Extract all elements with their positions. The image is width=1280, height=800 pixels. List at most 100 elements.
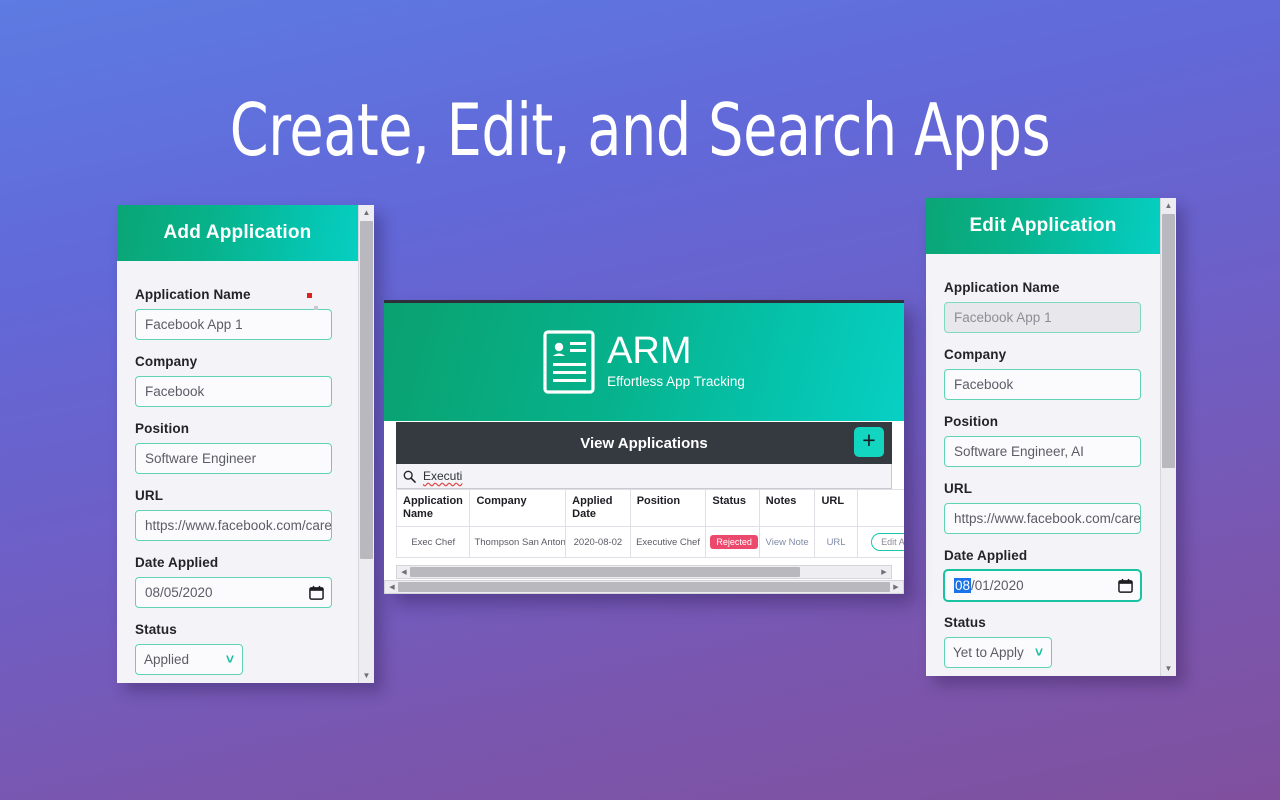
add-panel-body: Application Name Facebook App 1 Company … [117, 261, 358, 675]
arm-wordmark: ARM Effortless App Tracking [607, 332, 745, 392]
add-panel-content: Add Application Application Name Faceboo… [117, 205, 358, 683]
applications-table: Application Name Company Applied Date Po… [395, 489, 904, 558]
scroll-left-icon[interactable]: ◀ [386, 581, 398, 593]
add-application-button[interactable]: + [854, 427, 884, 457]
cell-actions: Edit A [856, 526, 904, 558]
scroll-down-icon[interactable]: ▼ [1161, 661, 1176, 676]
input-position[interactable]: Software Engineer [135, 443, 332, 474]
date-applied-value: 08/05/2020 [145, 585, 213, 600]
col-actions [856, 489, 904, 527]
arm-app-window: ARM Effortless App Tracking View Applica… [384, 300, 904, 594]
edit-input-url[interactable]: https://www.facebook.com/caree [944, 503, 1141, 534]
add-panel-scrollbar[interactable]: ▲ ▼ [358, 205, 374, 683]
scroll-left-icon[interactable]: ◀ [398, 566, 410, 578]
search-input[interactable]: Executi [423, 469, 462, 483]
label-url: URL [135, 488, 164, 503]
select-status[interactable]: Applied ˅ [135, 644, 243, 675]
arm-brand-tagline: Effortless App Tracking [607, 374, 745, 389]
arm-hero-banner: ARM Effortless App Tracking [384, 303, 904, 421]
scrollbar-thumb[interactable] [1162, 214, 1175, 468]
url-link[interactable]: URL [827, 537, 846, 548]
col-status[interactable]: Status [705, 489, 760, 527]
scroll-right-icon[interactable]: ▶ [890, 581, 902, 593]
arm-brand-name: ARM [607, 330, 692, 372]
input-date-applied[interactable]: 08/05/2020 [135, 577, 332, 608]
edit-application-panel: Edit Application Application Name Facebo… [926, 198, 1176, 676]
cell-application-name: Exec Chef [395, 526, 471, 558]
select-status-value: Applied [144, 652, 190, 667]
add-application-panel: Add Application Application Name Faceboo… [117, 205, 374, 683]
label-date-applied: Date Applied [135, 555, 219, 570]
view-note-link[interactable]: View Note [766, 537, 809, 548]
edit-panel-title: Edit Application [969, 215, 1117, 236]
field-position: Position Software Engineer [135, 421, 340, 474]
edit-field-url: URL https://www.facebook.com/caree [944, 481, 1142, 534]
cell-company: Thompson San Antonio [469, 526, 567, 558]
view-applications-header: View Applications + [396, 422, 892, 464]
edit-input-company[interactable]: Facebook [944, 369, 1141, 400]
scroll-up-icon[interactable]: ▲ [1161, 198, 1176, 213]
scrollbar-thumb[interactable] [398, 582, 890, 592]
date-rest-segment[interactable]: /01/2020 [971, 578, 1024, 593]
gray-marker-dot [314, 306, 318, 310]
edit-label-status: Status [944, 615, 986, 630]
edit-field-application-name: Application Name Facebook App 1 [944, 280, 1142, 333]
red-marker-dot [307, 293, 312, 298]
edit-select-status[interactable]: Yet to Apply ˅ [944, 637, 1052, 668]
screenshot-root: Create, Edit, and Search Apps Add Applic… [0, 0, 1280, 800]
chevron-down-icon: ˅ [225, 651, 234, 667]
field-status: Status Applied ˅ [135, 622, 340, 675]
view-applications-title: View Applications [580, 434, 708, 452]
table-body: Exec Chef Thompson San Antonio 2020-08-0… [395, 526, 904, 558]
page-title: Create, Edit, and Search Apps [229, 88, 1051, 172]
calendar-icon[interactable] [309, 585, 324, 600]
edit-application-row-button[interactable]: Edit A [871, 533, 904, 551]
edit-input-application-name: Facebook App 1 [944, 302, 1141, 333]
col-url[interactable]: URL [814, 489, 858, 527]
edit-panel-scrollbar[interactable]: ▲ ▼ [1160, 198, 1176, 676]
cell-status: Rejected [705, 526, 760, 558]
scroll-right-icon[interactable]: ▶ [878, 566, 890, 578]
status-badge: Rejected [710, 535, 758, 549]
edit-input-date-applied[interactable]: 08/01/2020 [944, 570, 1141, 601]
input-application-name[interactable]: Facebook App 1 [135, 309, 332, 340]
cell-notes: View Note [758, 526, 816, 558]
date-month-segment[interactable]: 08 [954, 578, 972, 593]
calendar-icon[interactable] [1118, 578, 1133, 593]
label-status: Status [135, 622, 177, 637]
label-company: Company [135, 354, 198, 369]
table-row[interactable]: Exec Chef Thompson San Antonio 2020-08-0… [395, 526, 904, 558]
edit-input-position[interactable]: Software Engineer, AI [944, 436, 1141, 467]
add-panel-title: Add Application [163, 222, 312, 243]
col-company[interactable]: Company [469, 489, 567, 527]
col-notes[interactable]: Notes [758, 489, 816, 527]
col-application-name[interactable]: Application Name [395, 489, 471, 527]
scrollbar-thumb[interactable] [360, 221, 373, 559]
edit-label-company: Company [944, 347, 1007, 362]
edit-field-status: Status Yet to Apply ˅ [944, 615, 1142, 668]
scroll-down-icon[interactable]: ▼ [359, 668, 374, 683]
col-position[interactable]: Position [629, 489, 707, 527]
window-horizontal-scrollbar[interactable]: ◀ ▶ [384, 580, 904, 594]
resume-card-icon [543, 330, 595, 394]
edit-label-url: URL [944, 481, 973, 496]
input-company[interactable]: Facebook [135, 376, 332, 407]
field-company: Company Facebook [135, 354, 340, 407]
search-row[interactable]: Executi [396, 464, 892, 489]
edit-date-applied-value: 08/01/2020 [954, 571, 1024, 600]
cell-applied-date: 2020-08-02 [565, 526, 631, 558]
edit-label-date-applied: Date Applied [944, 548, 1028, 563]
edit-field-position: Position Software Engineer, AI [944, 414, 1142, 467]
edit-field-company: Company Facebook [944, 347, 1142, 400]
col-applied-date[interactable]: Applied Date [565, 489, 631, 527]
scroll-up-icon[interactable]: ▲ [359, 205, 374, 220]
edit-panel-header: Edit Application [926, 198, 1160, 254]
table-horizontal-scrollbar[interactable]: ◀ ▶ [396, 565, 892, 579]
cell-url: URL [814, 526, 858, 558]
edit-panel-content: Edit Application Application Name Facebo… [926, 198, 1160, 676]
label-position: Position [135, 421, 190, 436]
edit-label-application-name: Application Name [944, 280, 1060, 295]
input-url[interactable]: https://www.facebook.com/caree [135, 510, 332, 541]
table-head: Application Name Company Applied Date Po… [395, 489, 904, 527]
scrollbar-thumb[interactable] [410, 567, 800, 577]
